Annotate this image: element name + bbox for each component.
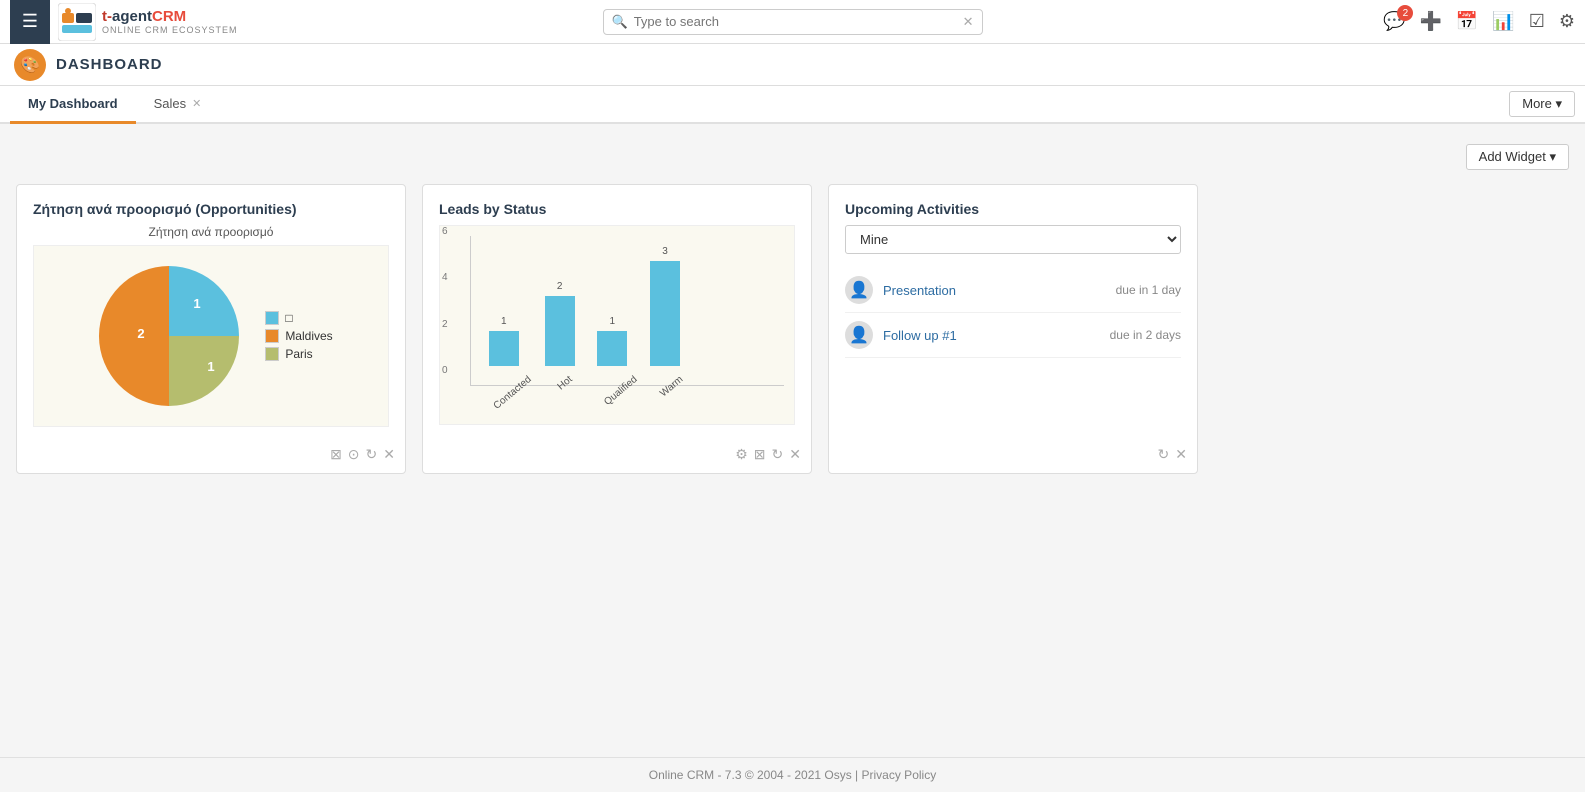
pie-widget: Ζήτηση ανά προορισμό (Opportunities) Ζήτ… <box>16 184 406 474</box>
bar-widget: Leads by Status 6 4 2 0 1 Contacted <box>422 184 812 474</box>
bar-contacted <box>489 331 519 366</box>
legend-color-orange <box>265 329 279 343</box>
bar-group-contacted: 1 Contacted <box>481 316 527 385</box>
close-icon3[interactable]: ✕ <box>1175 446 1187 463</box>
pie-widget-footer: ⊠ ⊙ ↻ ✕ <box>330 446 395 463</box>
legend-item-maldives: Maldives <box>265 329 332 343</box>
logo-area: t-agentCRM ONLINE CRM ECOSYSTEM <box>58 3 238 41</box>
add-widget-button[interactable]: Add Widget ▾ <box>1466 144 1569 170</box>
hamburger-button[interactable]: ☰ <box>10 0 50 44</box>
settings-button[interactable]: ⚙ <box>1559 11 1575 32</box>
add-widget-row: Add Widget ▾ <box>16 144 1569 170</box>
tab-my-dashboard[interactable]: My Dashboard <box>10 86 136 124</box>
bar-chart-inner: 1 Contacted 2 Hot 1 Qualified <box>470 236 784 386</box>
activities-filter-select[interactable]: Mine <box>845 225 1181 254</box>
tab-my-dashboard-label: My Dashboard <box>28 96 118 111</box>
whatsapp-button[interactable]: 💬 2 <box>1383 11 1405 32</box>
pie-widget-title: Ζήτηση ανά προορισμό (Opportunities) <box>33 201 389 217</box>
page-title: DASHBOARD <box>56 56 163 73</box>
legend-item-paris: Paris <box>265 347 332 361</box>
close-sales-tab[interactable]: ✕ <box>192 97 201 110</box>
tabs-right: More ▾ <box>1509 91 1575 117</box>
activities-filter: Mine <box>845 225 1181 254</box>
tasks-button[interactable]: ☑ <box>1529 11 1545 32</box>
app-subtitle: ONLINE CRM ECOSYSTEM <box>102 25 238 35</box>
whatsapp-badge: 2 <box>1397 5 1413 21</box>
svg-text:1: 1 <box>208 359 215 374</box>
bar-hot <box>545 296 575 366</box>
activity-item-presentation: 👤 Presentation due in 1 day <box>845 268 1181 313</box>
activities-widget-title: Upcoming Activities <box>845 201 1181 217</box>
sub-header: 🎨 DASHBOARD <box>0 44 1585 86</box>
top-nav: ☰ t-agentCRM ONLINE CRM ECOSYSTEM 🔍 ✕ 💬 … <box>0 0 1585 44</box>
bar-widget-title: Leads by Status <box>439 201 795 217</box>
activity-due-followup: due in 2 days <box>1110 328 1181 342</box>
svg-text:2: 2 <box>138 326 145 341</box>
pie-container: 1 2 1 □ Maldives Paris <box>33 245 389 427</box>
search-icon: 🔍 <box>612 14 628 30</box>
tabs-bar: My Dashboard Sales ✕ More ▾ <box>0 86 1585 124</box>
pie-legend: □ Maldives Paris <box>265 311 332 361</box>
fullscreen-icon2[interactable]: ⊠ <box>754 446 766 463</box>
edit-icon[interactable]: ⊙ <box>348 446 360 463</box>
dashboard-icon: 🎨 <box>14 49 46 81</box>
logo-icon <box>58 3 96 41</box>
bar-group-qualified: 1 Qualified <box>593 316 632 385</box>
page-footer: Online CRM - 7.3 © 2004 - 2021 Osys | Pr… <box>0 757 1585 792</box>
refresh-icon[interactable]: ↻ <box>366 446 378 463</box>
fullscreen-icon[interactable]: ⊠ <box>330 446 342 463</box>
bar-widget-footer: ⚙ ⊠ ↻ ✕ <box>735 446 801 463</box>
bar-warm <box>650 261 680 366</box>
close-icon[interactable]: ✕ <box>383 446 395 463</box>
activity-item-followup: 👤 Follow up #1 due in 2 days <box>845 313 1181 358</box>
logo-text-area: t-agentCRM ONLINE CRM ECOSYSTEM <box>102 8 238 35</box>
settings-icon[interactable]: ⚙ <box>735 446 748 463</box>
y-axis-labels: 6 4 2 0 <box>442 226 448 376</box>
chart-button[interactable]: 📊 <box>1492 11 1514 32</box>
activities-widget: Upcoming Activities Mine 👤 Presentation … <box>828 184 1198 474</box>
activity-name-followup[interactable]: Follow up #1 <box>883 328 1110 343</box>
bar-group-warm: 3 Warm <box>650 246 680 385</box>
calendar-button[interactable]: 📅 <box>1456 11 1478 32</box>
bar-qualified <box>597 331 627 366</box>
more-button[interactable]: More ▾ <box>1509 91 1575 117</box>
refresh-icon2[interactable]: ↻ <box>772 446 784 463</box>
activity-due-presentation: due in 1 day <box>1116 283 1181 297</box>
clear-search-icon[interactable]: ✕ <box>963 14 974 30</box>
main-content: Add Widget ▾ Ζήτηση ανά προορισμό (Oppor… <box>0 124 1585 757</box>
bar-chart-area: 6 4 2 0 1 Contacted 2 H <box>439 225 795 425</box>
close-icon2[interactable]: ✕ <box>789 446 801 463</box>
pie-widget-subtitle: Ζήτηση ανά προορισμό <box>33 225 389 239</box>
svg-text:1: 1 <box>194 296 201 311</box>
tab-sales[interactable]: Sales ✕ <box>136 86 220 124</box>
add-button[interactable]: ➕ <box>1419 11 1441 32</box>
tab-sales-label: Sales <box>154 96 187 111</box>
app-name: t-agentCRM <box>102 8 238 25</box>
activity-name-presentation[interactable]: Presentation <box>883 283 1116 298</box>
legend-color-olive <box>265 347 279 361</box>
footer-text: Online CRM - 7.3 © 2004 - 2021 Osys | Pr… <box>649 768 936 782</box>
refresh-icon3[interactable]: ↻ <box>1158 446 1170 463</box>
widgets-row: Ζήτηση ανά προορισμό (Opportunities) Ζήτ… <box>16 184 1569 474</box>
bar-group-hot: 2 Hot <box>545 281 575 385</box>
legend-color-blue <box>265 311 279 325</box>
activities-widget-footer: ↻ ✕ <box>1158 446 1187 463</box>
activity-avatar-presentation: 👤 <box>845 276 873 304</box>
search-bar[interactable]: 🔍 ✕ <box>603 9 983 35</box>
pie-chart-svg: 1 2 1 <box>89 256 249 416</box>
activity-avatar-followup: 👤 <box>845 321 873 349</box>
nav-icons: 💬 2 ➕ 📅 📊 ☑ ⚙ <box>1383 11 1575 32</box>
legend-item-blue: □ <box>265 311 332 325</box>
search-input[interactable] <box>634 14 963 29</box>
